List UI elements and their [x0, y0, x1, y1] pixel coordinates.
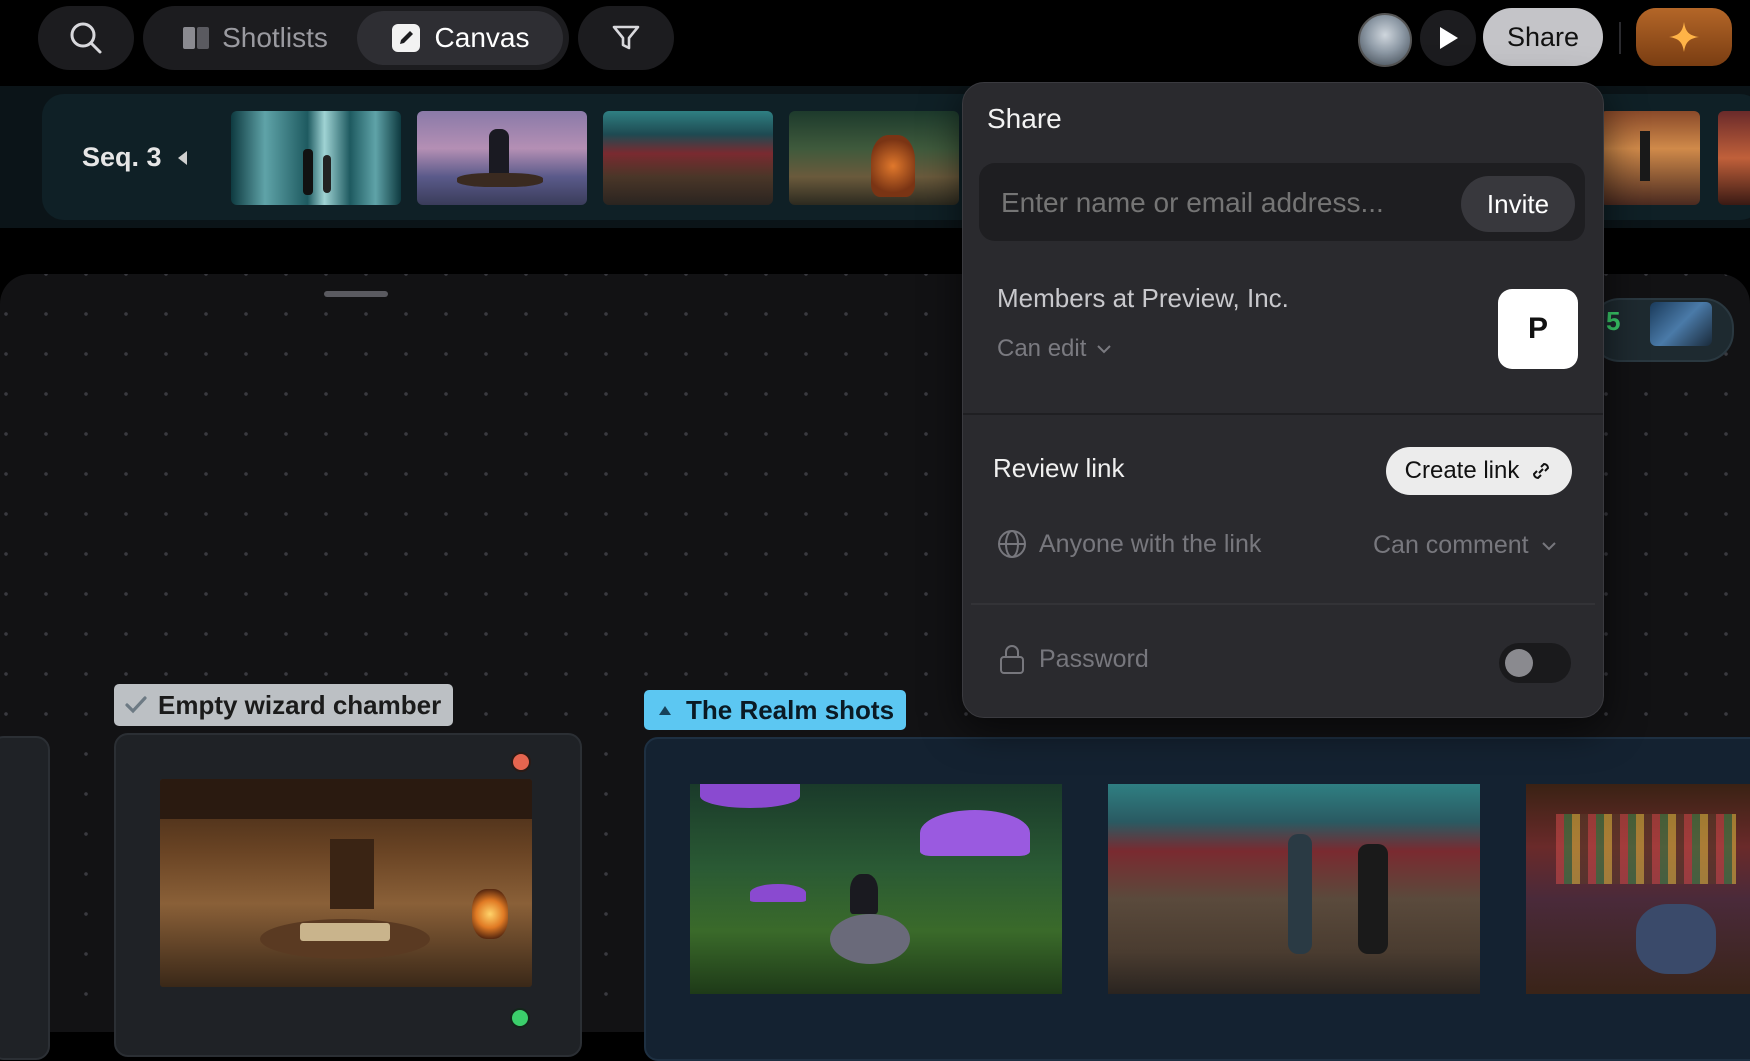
share-panel: Share Invite Members at Preview, Inc. Ca…: [962, 82, 1604, 718]
play-icon: [1440, 27, 1458, 49]
shot-thumbnail[interactable]: [1600, 111, 1700, 205]
shot-image[interactable]: [160, 779, 532, 987]
tab-canvas-label: Canvas: [434, 22, 530, 53]
shot-thumbnail[interactable]: [789, 111, 959, 205]
edit-icon: [391, 24, 420, 52]
group-label-realm[interactable]: The Realm shots: [644, 690, 907, 730]
count-badge: 5: [1606, 306, 1621, 336]
review-link-label: Review link: [993, 453, 1125, 483]
share-button-label: Share: [1506, 21, 1580, 52]
group-label-wizard-text: Empty wizard chamber: [158, 689, 442, 720]
members-label: Members at Preview, Inc.: [997, 283, 1289, 313]
lock-icon: [1000, 645, 1024, 674]
shot-thumbnail[interactable]: [1650, 302, 1712, 346]
link-icon: [1533, 462, 1550, 480]
search-button[interactable]: [38, 6, 134, 70]
view-switcher: Shotlists Canvas: [143, 6, 569, 70]
filter-button[interactable]: [578, 6, 674, 70]
section-divider: [971, 603, 1595, 605]
members-permission-select[interactable]: Can edit: [997, 335, 1112, 363]
create-link-label: Create link: [1404, 457, 1520, 484]
tab-shotlists[interactable]: Shotlists: [155, 12, 355, 64]
shot-thumbnail[interactable]: [417, 111, 587, 205]
filter-icon: [612, 25, 640, 50]
chevron-down-icon: [1097, 345, 1112, 354]
tab-canvas[interactable]: Canvas: [357, 11, 563, 65]
password-toggle[interactable]: [1499, 643, 1571, 683]
search-icon: [70, 22, 102, 54]
shot-image[interactable]: [1526, 784, 1750, 994]
invite-input[interactable]: [999, 179, 1423, 227]
shot-thumbnail[interactable]: [603, 111, 773, 205]
collapse-handle[interactable]: [324, 291, 388, 297]
link-access-label: Anyone with the link: [1039, 529, 1262, 558]
shot-thumbnail[interactable]: [231, 111, 401, 205]
divider: [1619, 22, 1621, 54]
status-dot-red: [511, 752, 531, 772]
book-icon: [183, 27, 210, 49]
check-icon: [125, 696, 147, 714]
caret-left-icon: [177, 150, 187, 165]
share-button[interactable]: Share: [1483, 8, 1603, 66]
toggle-knob: [1505, 649, 1533, 677]
share-panel-title: Share: [987, 103, 1062, 134]
status-dot-green: [510, 1008, 530, 1028]
globe-icon: [998, 530, 1026, 558]
avatar[interactable]: [1358, 13, 1412, 67]
invite-button[interactable]: Invite: [1461, 176, 1575, 232]
sequence-label: Seq. 3: [82, 142, 162, 172]
shot-group-frame: [0, 736, 50, 1060]
invite-button-label: Invite: [1486, 188, 1550, 219]
caret-up-icon: [659, 706, 671, 715]
play-button[interactable]: [1420, 10, 1476, 66]
link-permission-select[interactable]: Can comment: [1373, 531, 1557, 560]
link-access-row[interactable]: Anyone with the link: [997, 529, 1261, 559]
sequence-selector[interactable]: Seq. 3: [82, 142, 188, 173]
shot-image[interactable]: [1108, 784, 1480, 994]
shot-image[interactable]: [690, 784, 1062, 994]
ai-generate-button[interactable]: [1636, 8, 1732, 66]
tab-shotlists-label: Shotlists: [222, 22, 328, 53]
members-permission-value: Can edit: [997, 335, 1087, 362]
shot-thumbnail[interactable]: [1718, 111, 1750, 205]
section-divider: [963, 413, 1603, 415]
chevron-down-icon: [1541, 541, 1556, 550]
group-label-realm-text: The Realm shots: [686, 694, 895, 725]
group-label-wizard[interactable]: Empty wizard chamber: [114, 684, 454, 726]
create-link-button[interactable]: Create link: [1386, 447, 1572, 495]
org-avatar-letter: P: [1527, 312, 1548, 345]
password-row: Password: [997, 643, 1149, 675]
password-label: Password: [1039, 644, 1149, 673]
sparkle-icon: [1669, 22, 1699, 52]
org-avatar: P: [1498, 289, 1578, 369]
link-permission-value: Can comment: [1373, 531, 1529, 559]
